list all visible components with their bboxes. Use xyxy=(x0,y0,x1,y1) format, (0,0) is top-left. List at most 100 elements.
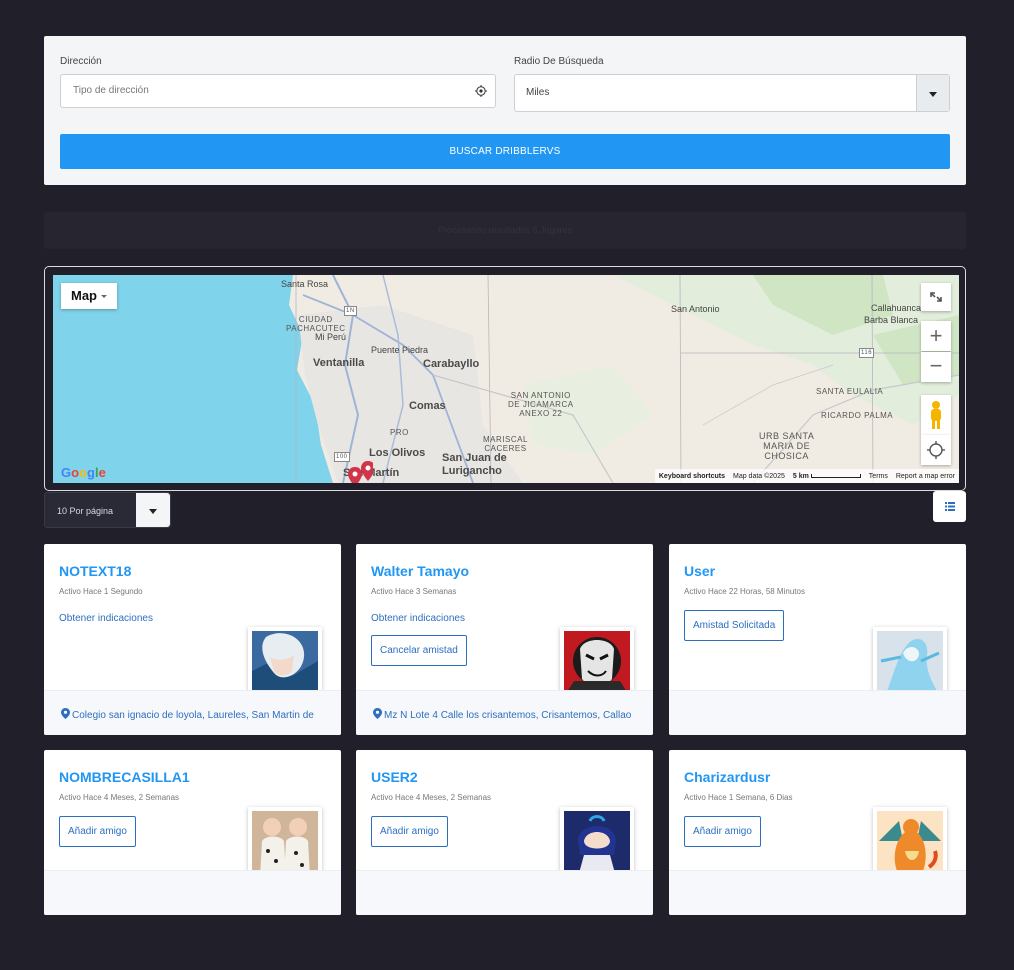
per-page-value: 10 Por página xyxy=(57,506,114,516)
map-type-control[interactable]: Map xyxy=(61,283,117,309)
player-card: NOMBRECASILLA1 Activo Hace 4 Meses, 2 Se… xyxy=(44,750,341,915)
card-footer: Colegio san ignacio de loyola, Laureles,… xyxy=(44,690,341,735)
google-logo: Google xyxy=(61,465,106,480)
report-map-error-link[interactable]: Report a map error xyxy=(896,473,955,480)
keyboard-shortcuts-link[interactable]: Keyboard shortcuts xyxy=(659,473,725,480)
map-zoom-out-button[interactable]: − xyxy=(921,352,951,382)
friend-request-sent-button[interactable]: Amistad Solicitada xyxy=(684,610,785,641)
player-card: NOTEXT18 Activo Hace 1 Segundo Obtener i… xyxy=(44,544,341,735)
card-footer xyxy=(669,690,966,735)
fullscreen-icon xyxy=(930,292,942,302)
place-ricardo-palma: RICARDO PALMA xyxy=(821,411,894,420)
place-carabayllo: Carabayllo xyxy=(423,358,480,370)
map-pin-icon xyxy=(61,708,70,719)
avatar-image xyxy=(252,811,318,877)
address-label: Dirección xyxy=(60,56,102,67)
player-card: Walter Tamayo Activo Hace 3 Semanas Obte… xyxy=(356,544,653,735)
avatar-image xyxy=(252,631,318,697)
caret-down-icon xyxy=(929,92,937,97)
card-footer: Mz N Lote 4 Calle los crisantemos, Crisa… xyxy=(356,690,653,735)
map-scale: 5 km xyxy=(793,473,861,480)
radius-label: Radio De Búsqueda xyxy=(514,56,604,67)
player-card: User Activo Hace 22 Horas, 58 Minutos Am… xyxy=(669,544,966,735)
crosshair-icon[interactable] xyxy=(475,85,487,97)
player-status: Activo Hace 1 Semana, 6 Dias xyxy=(684,793,793,802)
terms-link[interactable]: Terms xyxy=(869,473,888,480)
search-panel: Dirección Tipo de dirección Radio De Bús… xyxy=(44,36,966,185)
address-placeholder: Tipo de dirección xyxy=(73,85,149,96)
player-name[interactable]: USER2 xyxy=(371,769,418,785)
locate-icon xyxy=(927,441,945,459)
place-santa-rosa: Santa Rosa xyxy=(281,279,329,289)
add-friend-button[interactable]: Añadir amigo xyxy=(684,816,761,847)
add-friend-button[interactable]: Añadir amigo xyxy=(371,816,448,847)
card-footer xyxy=(44,870,341,915)
place-puente-piedra: Puente Piedra xyxy=(371,345,429,355)
place-barba-blanca: Barba Blanca xyxy=(864,315,919,325)
place-los-olivos: Los Olivos xyxy=(369,447,426,459)
player-status: Activo Hace 1 Segundo xyxy=(59,587,143,596)
map-locate-button[interactable] xyxy=(921,435,951,465)
place-san-antonio: San Antonio xyxy=(671,304,720,314)
place-pro: PRO xyxy=(390,428,409,437)
map-type-label: Map xyxy=(71,288,97,303)
radius-dropdown-toggle[interactable] xyxy=(916,75,949,111)
road-shield-116: 116 xyxy=(859,348,875,358)
per-page-dropdown-toggle[interactable] xyxy=(136,493,170,527)
map-pegman-button[interactable] xyxy=(921,395,951,435)
map-fullscreen-button[interactable] xyxy=(921,283,951,311)
player-address-text: Colegio san ignacio de loyola, Laureles,… xyxy=(72,710,314,721)
player-card: Charizardusr Activo Hace 1 Semana, 6 Dia… xyxy=(669,750,966,915)
map-canvas[interactable]: Santa Rosa CIUDAD PACHACUTEC Mi Perú Pue… xyxy=(53,275,959,483)
get-directions-link[interactable]: Obtener indicaciones xyxy=(59,613,153,624)
per-page-select[interactable]: 10 Por página xyxy=(44,492,171,528)
list-icon xyxy=(945,502,955,511)
pegman-icon xyxy=(931,401,941,429)
player-address[interactable]: Colegio san ignacio de loyola, Laureles,… xyxy=(61,708,336,721)
card-footer xyxy=(669,870,966,915)
player-address[interactable]: Mz N Lote 4 Calle los crisantemos, Crisa… xyxy=(373,708,648,721)
address-input[interactable]: Tipo de dirección xyxy=(60,74,496,108)
player-name[interactable]: NOMBRECASILLA1 xyxy=(59,769,190,785)
search-button[interactable]: BUSCAR DRIBBLERVS xyxy=(60,134,950,169)
map-marker-icon[interactable] xyxy=(343,461,373,483)
player-name[interactable]: Walter Tamayo xyxy=(371,563,469,579)
avatar-image xyxy=(564,811,630,877)
place-ciudad-pachacutec: CIUDAD PACHACUTEC xyxy=(286,315,346,333)
place-mariscal-caceres: MARISCAL CACERES xyxy=(483,435,528,453)
place-urb-santa-maria: URB SANTA MARIA DE CHOSICA xyxy=(759,431,815,461)
map-pin-icon xyxy=(373,708,382,719)
avatar-image xyxy=(564,631,630,697)
map-data-text: Map data ©2025 xyxy=(733,472,785,480)
caret-down-icon xyxy=(101,295,107,299)
scale-bar xyxy=(810,473,861,478)
cancel-friendship-button[interactable]: Cancelar amistad xyxy=(371,635,467,666)
place-santa-eulalia: SANTA EULALIA xyxy=(816,387,884,396)
player-name[interactable]: Charizardusr xyxy=(684,769,770,785)
avatar-image xyxy=(877,811,943,877)
add-friend-button[interactable]: Añadir amigo xyxy=(59,816,136,847)
map-scale-label: 5 km xyxy=(792,472,809,480)
place-callahuanca: Callahuanca xyxy=(871,303,922,313)
player-status: Activo Hace 22 Horas, 58 Minutos xyxy=(684,587,805,596)
player-name[interactable]: User xyxy=(684,563,715,579)
place-comas: Comas xyxy=(409,400,446,412)
get-directions-link[interactable]: Obtener indicaciones xyxy=(371,613,465,624)
player-name[interactable]: NOTEXT18 xyxy=(59,563,131,579)
map-container: Santa Rosa CIUDAD PACHACUTEC Mi Perú Pue… xyxy=(44,266,966,491)
place-ventanilla: Ventanilla xyxy=(313,357,365,369)
player-status: Activo Hace 4 Meses, 2 Semanas xyxy=(59,793,180,802)
list-view-button[interactable] xyxy=(933,491,966,522)
avatar-image xyxy=(877,631,943,697)
radius-select[interactable]: Miles xyxy=(514,74,950,112)
player-card: USER2 Activo Hace 4 Meses, 2 Semanas Aña… xyxy=(356,750,653,915)
radius-value: Miles xyxy=(526,87,550,98)
map-footer: Keyboard shortcuts Map data ©2025 5 km T… xyxy=(654,469,959,483)
caret-down-icon xyxy=(149,509,157,514)
place-san-juan-de-lurigancho: San Juan de Lurigancho xyxy=(442,452,507,477)
map-zoom-in-button[interactable]: + xyxy=(921,321,951,351)
place-mi-peru: Mi Perú xyxy=(315,332,347,342)
road-shield-1n: 1N xyxy=(344,306,357,316)
player-status: Activo Hace 3 Semanas xyxy=(371,587,457,596)
card-footer xyxy=(356,870,653,915)
